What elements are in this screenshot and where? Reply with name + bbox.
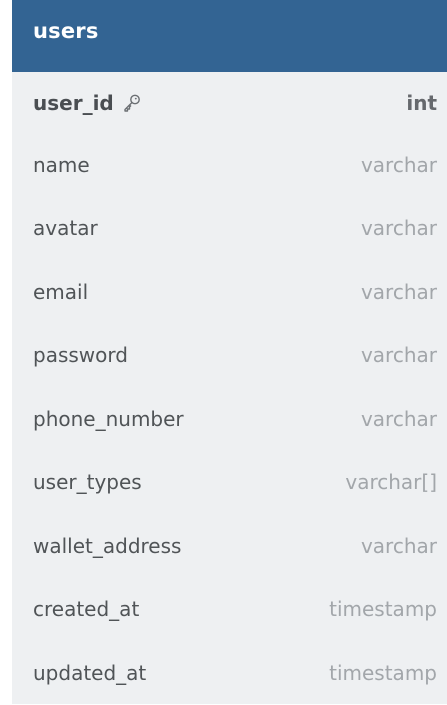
field-type: varchar bbox=[360, 152, 437, 177]
field-type: varchar bbox=[360, 279, 437, 304]
field-row-phone-number[interactable]: phone_number varchar bbox=[12, 387, 447, 451]
field-name: name bbox=[33, 152, 90, 177]
field-type: varchar[] bbox=[345, 470, 437, 495]
field-row-created-at[interactable]: created_at timestamp bbox=[12, 578, 447, 642]
table-card-users[interactable]: users user_id int name varchar avatar va… bbox=[12, 0, 447, 704]
table-header[interactable]: users bbox=[12, 0, 447, 72]
field-row-wallet-address[interactable]: wallet_address varchar bbox=[12, 514, 447, 578]
field-row-email[interactable]: email varchar bbox=[12, 260, 447, 324]
field-row-avatar[interactable]: avatar varchar bbox=[12, 197, 447, 261]
field-name: wallet_address bbox=[33, 533, 182, 558]
field-name: created_at bbox=[33, 597, 140, 622]
field-name: updated_at bbox=[33, 660, 147, 685]
field-row-user-types[interactable]: user_types varchar[] bbox=[12, 451, 447, 515]
field-type: varchar bbox=[360, 406, 437, 431]
field-name: email bbox=[33, 279, 89, 304]
key-icon bbox=[122, 93, 142, 113]
field-type: varchar bbox=[360, 216, 437, 241]
field-row-user-id[interactable]: user_id int bbox=[12, 72, 447, 133]
table-title: users bbox=[33, 19, 99, 43]
field-type: timestamp bbox=[329, 597, 437, 622]
field-type: int bbox=[406, 90, 437, 115]
field-row-password[interactable]: password varchar bbox=[12, 324, 447, 388]
field-row-updated-at[interactable]: updated_at timestamp bbox=[12, 641, 447, 705]
field-name: avatar bbox=[33, 216, 98, 241]
field-name: password bbox=[33, 343, 128, 368]
field-type: varchar bbox=[360, 533, 437, 558]
field-list: user_id int name varchar avatar varchar … bbox=[12, 72, 447, 705]
field-type: varchar bbox=[360, 343, 437, 368]
field-name: user_types bbox=[33, 470, 142, 495]
field-name: user_id bbox=[33, 90, 114, 115]
field-row-name[interactable]: name varchar bbox=[12, 133, 447, 197]
field-type: timestamp bbox=[329, 660, 437, 685]
field-name: phone_number bbox=[33, 406, 184, 431]
